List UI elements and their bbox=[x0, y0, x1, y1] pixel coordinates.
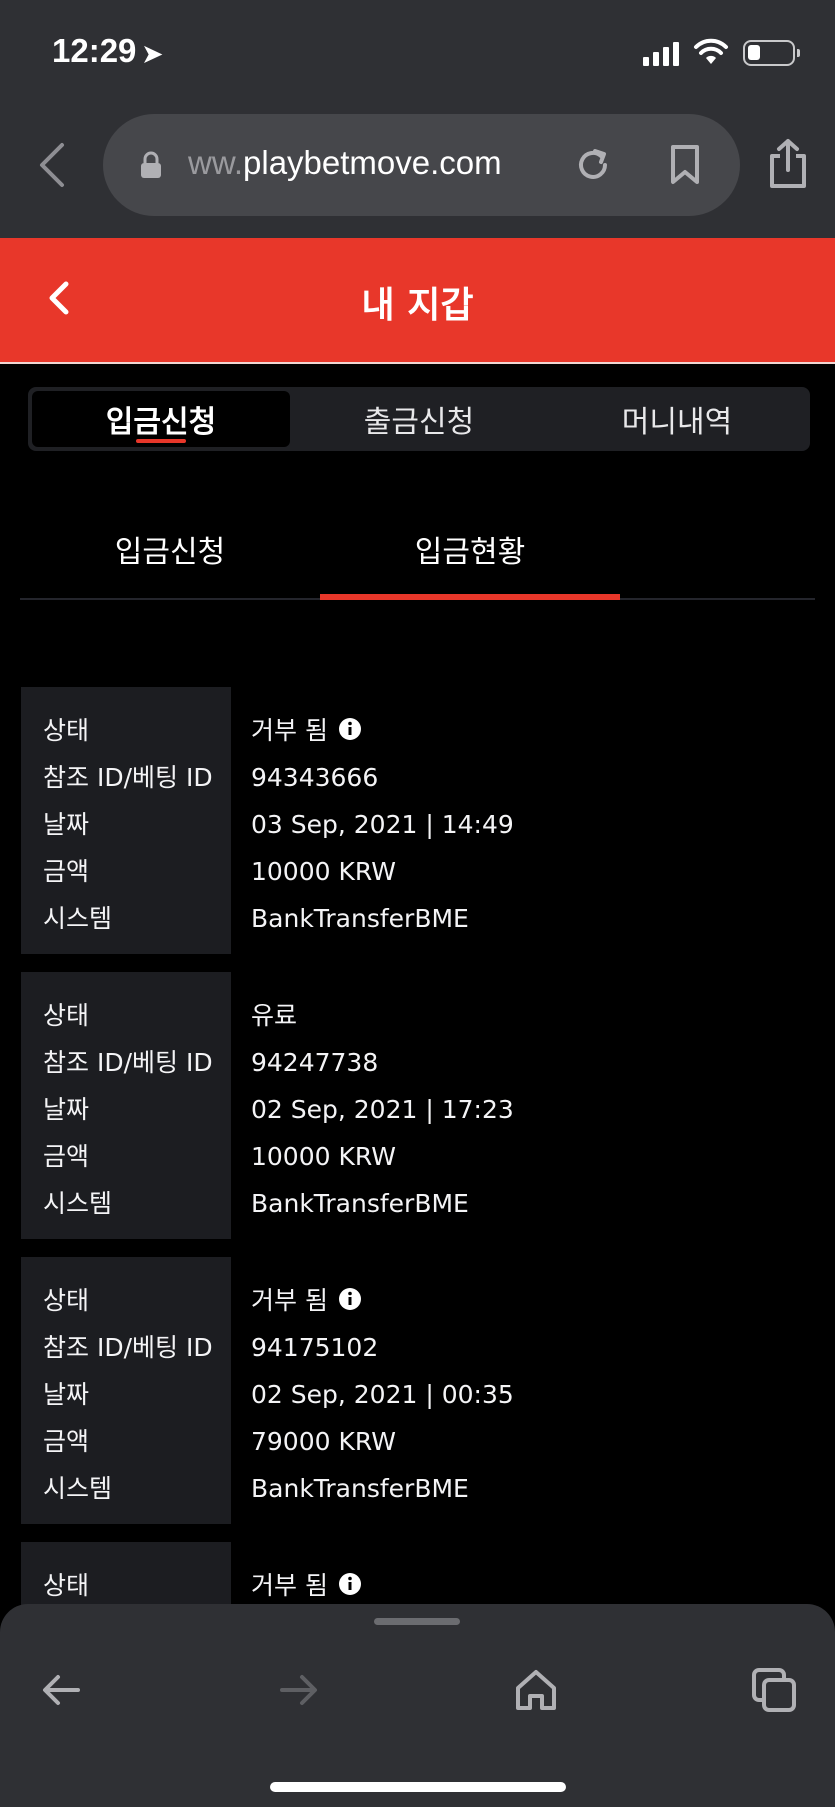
deposit-records: 상태 참조 ID/베팅 ID 날짜 금액 시스템 거부 됨 94343666 0… bbox=[21, 687, 821, 1639]
value-amount: 10000 KRW bbox=[251, 1142, 396, 1171]
signal-icon bbox=[643, 40, 679, 66]
info-icon[interactable] bbox=[338, 1287, 362, 1311]
value-system: BankTransferBME bbox=[251, 904, 469, 933]
value-status: 유료 bbox=[251, 1001, 298, 1030]
sheet-grabber[interactable] bbox=[374, 1618, 460, 1625]
subtab-deposit-request[interactable]: 입금신청 bbox=[20, 500, 320, 598]
tab-money-history[interactable]: 머니내역 bbox=[548, 391, 806, 447]
value-amount: 10000 KRW bbox=[251, 857, 396, 886]
record-labels: 상태 참조 ID/베팅 ID 날짜 금액 시스템 bbox=[21, 1257, 231, 1524]
value-system: BankTransferBME bbox=[251, 1474, 469, 1503]
value-status: 거부 됨 bbox=[251, 1277, 821, 1324]
record-values: 거부 됨 94343666 03 Sep, 2021 | 14:49 10000… bbox=[231, 687, 821, 954]
status-text: 거부 됨 bbox=[251, 1571, 328, 1600]
value-ref-id: 94175102 bbox=[251, 1333, 379, 1362]
url-bar[interactable]: ww.playbetmove.com bbox=[103, 114, 740, 216]
wifi-icon bbox=[694, 38, 728, 64]
label-date: 날짜 bbox=[43, 1380, 90, 1409]
status-icons bbox=[643, 38, 800, 66]
value-status: 거부 됨 bbox=[251, 707, 821, 754]
home-indicator[interactable] bbox=[270, 1782, 566, 1792]
value-date: 02 Sep, 2021 | 17:23 bbox=[251, 1095, 514, 1124]
battery-icon bbox=[743, 40, 800, 66]
url-prefix: ww. bbox=[188, 144, 244, 181]
value-ref-id: 94343666 bbox=[251, 763, 379, 792]
list-item: 상태 참조 ID/베팅 ID 날짜 금액 시스템 유료 94247738 02 … bbox=[21, 972, 821, 1239]
record-values: 유료 94247738 02 Sep, 2021 | 17:23 10000 K… bbox=[231, 972, 821, 1239]
label-date: 날짜 bbox=[43, 1095, 90, 1124]
info-icon[interactable] bbox=[338, 717, 362, 741]
url-domain: playbetmove.com bbox=[243, 144, 502, 181]
label-system: 시스템 bbox=[43, 1474, 113, 1503]
back-arrow-icon[interactable] bbox=[38, 1666, 86, 1714]
tab-withdraw-request[interactable]: 출금신청 bbox=[290, 391, 548, 447]
record-values: 거부 됨 94175102 02 Sep, 2021 | 00:35 79000… bbox=[231, 1257, 821, 1524]
label-status: 상태 bbox=[43, 1001, 90, 1030]
lock-icon bbox=[141, 151, 161, 178]
tab-deposit-request[interactable]: 입금신청 bbox=[32, 391, 290, 447]
location-arrow-icon: ➤ bbox=[142, 41, 163, 68]
page-title: 내 지갑 bbox=[361, 285, 474, 326]
share-icon[interactable] bbox=[766, 138, 810, 190]
reload-icon[interactable] bbox=[573, 145, 613, 185]
value-amount: 79000 KRW bbox=[251, 1427, 396, 1456]
list-item: 상태 참조 ID/베팅 ID 날짜 금액 시스템 거부 됨 94343666 0… bbox=[21, 687, 821, 954]
home-icon[interactable] bbox=[512, 1666, 560, 1714]
app-header: 내 지갑 bbox=[0, 238, 835, 364]
label-ref-id: 참조 ID/베팅 ID bbox=[43, 1048, 213, 1077]
label-amount: 금액 bbox=[43, 1427, 90, 1456]
label-status: 상태 bbox=[43, 716, 90, 745]
label-date: 날짜 bbox=[43, 810, 90, 839]
record-labels: 상태 참조 ID/베팅 ID 날짜 금액 시스템 bbox=[21, 687, 231, 954]
status-bar-time: 12:29 ➤ bbox=[52, 32, 163, 70]
label-amount: 금액 bbox=[43, 1142, 90, 1171]
list-item: 상태 참조 ID/베팅 ID 날짜 금액 시스템 거부 됨 94175102 0… bbox=[21, 1257, 821, 1524]
label-system: 시스템 bbox=[43, 1189, 113, 1218]
label-status: 상태 bbox=[43, 1286, 90, 1315]
label-amount: 금액 bbox=[43, 857, 90, 886]
info-icon[interactable] bbox=[338, 1572, 362, 1596]
time-text: 12:29 bbox=[52, 32, 137, 69]
label-ref-id: 참조 ID/베팅 ID bbox=[43, 1333, 213, 1362]
wallet-tabs: 입금신청 출금신청 머니내역 bbox=[28, 387, 810, 451]
label-status: 상태 bbox=[43, 1571, 90, 1600]
browser-toolbar bbox=[0, 1604, 835, 1807]
label-system: 시스템 bbox=[43, 904, 113, 933]
value-date: 02 Sep, 2021 | 00:35 bbox=[251, 1380, 514, 1409]
subtab-deposit-status[interactable]: 입금현황 bbox=[320, 500, 620, 600]
value-ref-id: 94247738 bbox=[251, 1048, 379, 1077]
browser-chrome-top: 12:29 ➤ ww.playbetmove.com bbox=[0, 0, 835, 238]
value-system: BankTransferBME bbox=[251, 1189, 469, 1218]
record-labels: 상태 참조 ID/베팅 ID 날짜 금액 시스템 bbox=[21, 972, 231, 1239]
value-date: 03 Sep, 2021 | 14:49 bbox=[251, 810, 514, 839]
bookmark-icon[interactable] bbox=[668, 144, 702, 186]
tabs-icon[interactable] bbox=[750, 1666, 798, 1714]
status-text: 거부 됨 bbox=[251, 716, 328, 745]
value-status: 거부 됨 bbox=[251, 1562, 821, 1609]
back-chevron-icon[interactable] bbox=[32, 140, 72, 190]
url-text: ww.playbetmove.com bbox=[188, 144, 502, 182]
forward-arrow-icon[interactable] bbox=[274, 1666, 322, 1714]
status-text: 거부 됨 bbox=[251, 1286, 328, 1315]
label-ref-id: 참조 ID/베팅 ID bbox=[43, 763, 213, 792]
deposit-sub-tabs: 입금신청 입금현황 bbox=[20, 500, 815, 600]
